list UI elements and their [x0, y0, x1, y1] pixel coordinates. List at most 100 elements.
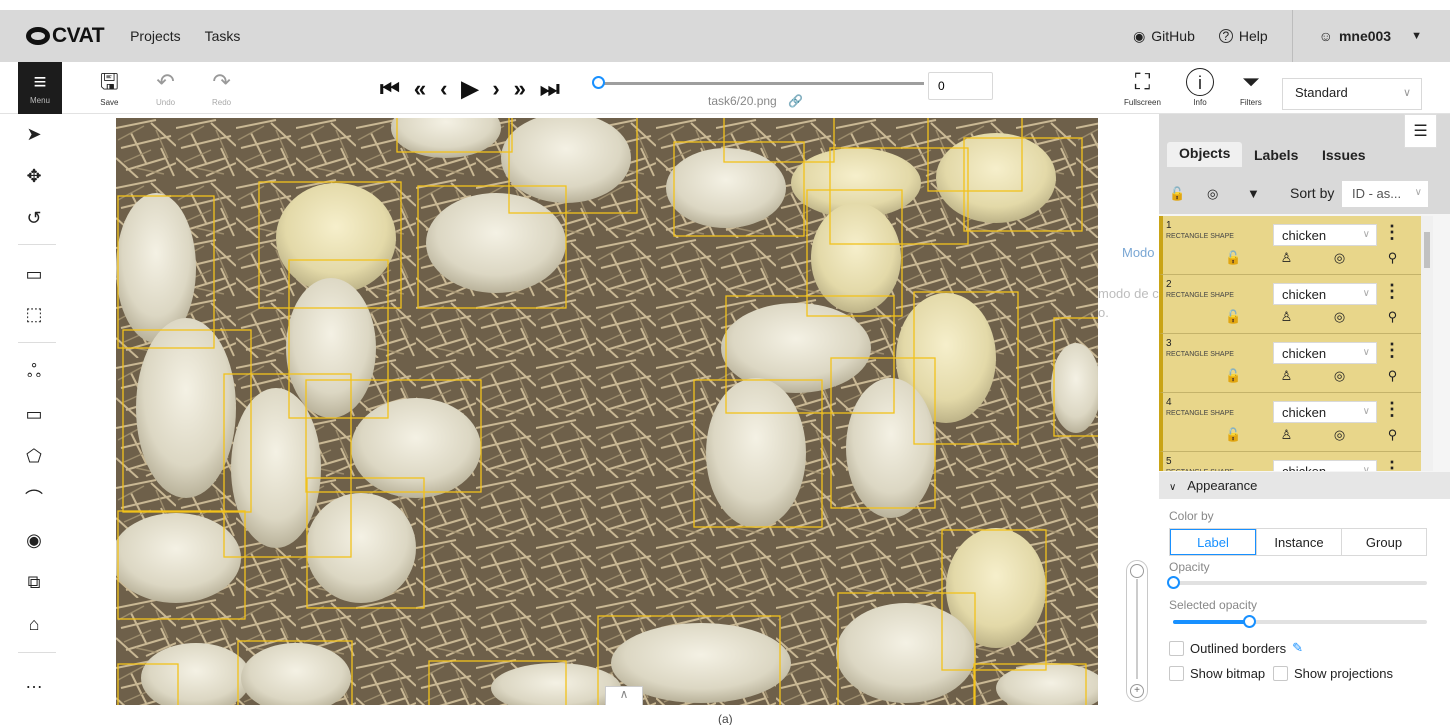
draw-polyline-icon[interactable]: ⌒ — [22, 486, 46, 510]
occluded-icon[interactable]: ♙ — [1260, 368, 1313, 384]
tag-icon[interactable]: ⌂ — [22, 612, 46, 636]
lock-icon[interactable]: 🔓 — [1207, 368, 1260, 384]
zoom-slider[interactable]: + — [1126, 560, 1148, 702]
first-frame-icon[interactable]: ⏮ — [380, 76, 400, 102]
lock-icon[interactable]: 🔓 — [1207, 309, 1260, 325]
sort-select[interactable]: ID - as... ∨ — [1341, 180, 1429, 208]
object-label-select[interactable]: chicken ∨ — [1273, 342, 1377, 364]
draw-rectangle-icon[interactable]: ▭ — [22, 402, 46, 426]
pin-icon[interactable]: ⚲ — [1366, 250, 1419, 266]
draw-cuboid-icon[interactable]: ⧉ — [22, 570, 46, 594]
eye-icon[interactable]: ◎ — [1313, 368, 1366, 384]
occluded-icon[interactable]: ♙ — [1260, 250, 1313, 266]
object-label-select[interactable]: chicken ∨ — [1273, 460, 1377, 471]
object-menu-icon[interactable]: ⋮ — [1383, 399, 1401, 420]
lock-icon[interactable]: 🔓 — [1207, 427, 1260, 443]
objects-list[interactable]: 1 RECTANGLE SHAPE chicken ∨ ⋮ 🔓 ♙ ◎ ⚲ 2 RECT… — [1159, 216, 1421, 471]
opacity-slider[interactable] — [1167, 576, 1427, 589]
checkbox-box[interactable] — [1169, 666, 1184, 681]
object-item[interactable]: 5 RECTANGLE SHAPE chicken ∨ ⋮ — [1159, 452, 1421, 471]
object-menu-icon[interactable]: ⋮ — [1383, 281, 1401, 302]
scrollbar-thumb[interactable] — [1424, 232, 1430, 268]
frame-number-input[interactable] — [928, 72, 993, 100]
occluded-icon[interactable]: ♙ — [1260, 309, 1313, 325]
color-picker-icon[interactable]: ✎ — [1292, 640, 1303, 656]
more-tools-icon[interactable]: … — [22, 670, 46, 694]
object-item[interactable]: 1 RECTANGLE SHAPE chicken ∨ ⋮ 🔓 ♙ ◎ ⚲ — [1159, 216, 1421, 275]
object-label-select[interactable]: chicken ∨ — [1273, 224, 1377, 246]
link-icon[interactable]: 🔗 — [788, 94, 803, 108]
eye-icon[interactable]: ◎ — [1313, 309, 1366, 325]
lock-icon[interactable]: 🔓 — [1207, 250, 1260, 266]
next-frame-icon[interactable]: › — [492, 76, 499, 102]
outlined-borders-checkbox[interactable]: Outlined borders ✎ — [1169, 640, 1303, 656]
occluded-icon[interactable]: ♙ — [1260, 427, 1313, 443]
color-by-group-option[interactable]: Group — [1341, 529, 1426, 555]
zoom-in-icon[interactable]: + — [1130, 684, 1144, 698]
save-button[interactable]: 🖫 Save — [100, 68, 119, 107]
move-icon[interactable]: ✥ — [22, 164, 46, 188]
filters-button[interactable]: ⏷ Filters — [1240, 68, 1262, 107]
object-menu-icon[interactable]: ⋮ — [1383, 458, 1401, 471]
selected-opacity-handle[interactable] — [1243, 615, 1257, 628]
object-label-select[interactable]: chicken ∨ — [1273, 401, 1377, 423]
appearance-header[interactable]: ∨ Appearance — [1159, 472, 1450, 499]
show-projections-checkbox[interactable]: Show projections — [1273, 666, 1393, 681]
pin-icon[interactable]: ⚲ — [1366, 309, 1419, 325]
object-label-select[interactable]: chicken ∨ — [1273, 283, 1377, 305]
selected-opacity-slider[interactable] — [1173, 615, 1427, 628]
object-item[interactable]: 4 RECTANGLE SHAPE chicken ∨ ⋮ 🔓 ♙ ◎ ⚲ — [1159, 393, 1421, 452]
user-menu[interactable]: ☺ mne003 — [1319, 28, 1411, 44]
tab-issues[interactable]: Issues — [1322, 147, 1366, 163]
fit-image-icon[interactable]: ▭ — [22, 262, 46, 286]
tab-labels[interactable]: Labels — [1254, 147, 1298, 163]
zoom-handle[interactable] — [1130, 564, 1144, 578]
undo-button[interactable]: ↶ Undo — [156, 68, 175, 107]
zoom-region-icon[interactable]: ⬚ — [22, 302, 46, 326]
draw-points-icon[interactable]: ◉ — [22, 528, 46, 552]
checkbox-box[interactable] — [1169, 640, 1184, 656]
draw-polygon-icon[interactable]: ⬠ — [22, 444, 46, 468]
chevron-up-icon[interactable]: ∧ — [605, 686, 643, 705]
redo-button[interactable]: ↷ Redo — [212, 68, 231, 107]
pin-icon[interactable]: ⚲ — [1366, 368, 1419, 384]
lock-all-icon[interactable]: 🔓 — [1169, 186, 1185, 202]
nav-tasks[interactable]: Tasks — [205, 28, 241, 44]
objects-scrollbar[interactable] — [1421, 216, 1433, 471]
nav-projects[interactable]: Projects — [130, 28, 181, 44]
show-bitmap-checkbox[interactable]: Show bitmap — [1169, 666, 1265, 681]
color-by-instance-option[interactable]: Instance — [1256, 529, 1341, 555]
eye-icon[interactable]: ◎ — [1313, 427, 1366, 443]
object-item[interactable]: 2 RECTANGLE SHAPE chicken ∨ ⋮ 🔓 ♙ ◎ ⚲ — [1159, 275, 1421, 334]
prev-frame-icon[interactable]: ‹ — [440, 76, 447, 102]
github-link[interactable]: ◉ GitHub — [1133, 28, 1195, 45]
tab-objects[interactable]: Objects — [1167, 142, 1243, 167]
workspace-select[interactable]: Standard ∨ — [1282, 78, 1422, 110]
object-menu-icon[interactable]: ⋮ — [1383, 340, 1401, 361]
menu-button[interactable]: ≡ Menu — [18, 62, 62, 114]
object-menu-icon[interactable]: ⋮ — [1383, 222, 1401, 243]
color-by-label-option[interactable]: Label — [1170, 529, 1256, 555]
play-icon[interactable]: ▶ — [461, 76, 478, 102]
backward-step-icon[interactable]: « — [414, 76, 426, 102]
forward-step-icon[interactable]: » — [514, 76, 526, 102]
object-item[interactable]: 3 RECTANGLE SHAPE chicken ∨ ⋮ 🔓 ♙ ◎ ⚲ — [1159, 334, 1421, 393]
pin-icon[interactable]: ⚲ — [1366, 427, 1419, 443]
help-link[interactable]: ? Help — [1218, 28, 1268, 44]
cursor-icon[interactable]: ➤ — [22, 122, 46, 146]
fullscreen-button[interactable]: ⛶ Fullscreen — [1124, 68, 1161, 107]
annotation-canvas[interactable] — [116, 118, 1098, 705]
cvat-logo[interactable]: CVAT — [26, 24, 105, 48]
collapse-sidebar-button[interactable]: ☰ — [1404, 114, 1437, 148]
frame-slider[interactable] — [592, 76, 924, 90]
checkbox-box[interactable] — [1273, 666, 1288, 681]
info-button[interactable]: i Info — [1186, 68, 1214, 107]
collapse-all-icon[interactable]: ▼ — [1247, 186, 1260, 201]
frame-slider-handle[interactable] — [592, 76, 605, 89]
last-frame-icon[interactable]: ⏭ — [540, 76, 560, 102]
ai-tools-icon[interactable]: ஃ — [22, 360, 46, 384]
rotate-icon[interactable]: ↺ — [22, 206, 46, 230]
opacity-handle[interactable] — [1167, 576, 1180, 589]
user-caret-icon[interactable]: ▼ — [1411, 30, 1422, 42]
eye-all-icon[interactable]: ◎ — [1207, 186, 1218, 202]
